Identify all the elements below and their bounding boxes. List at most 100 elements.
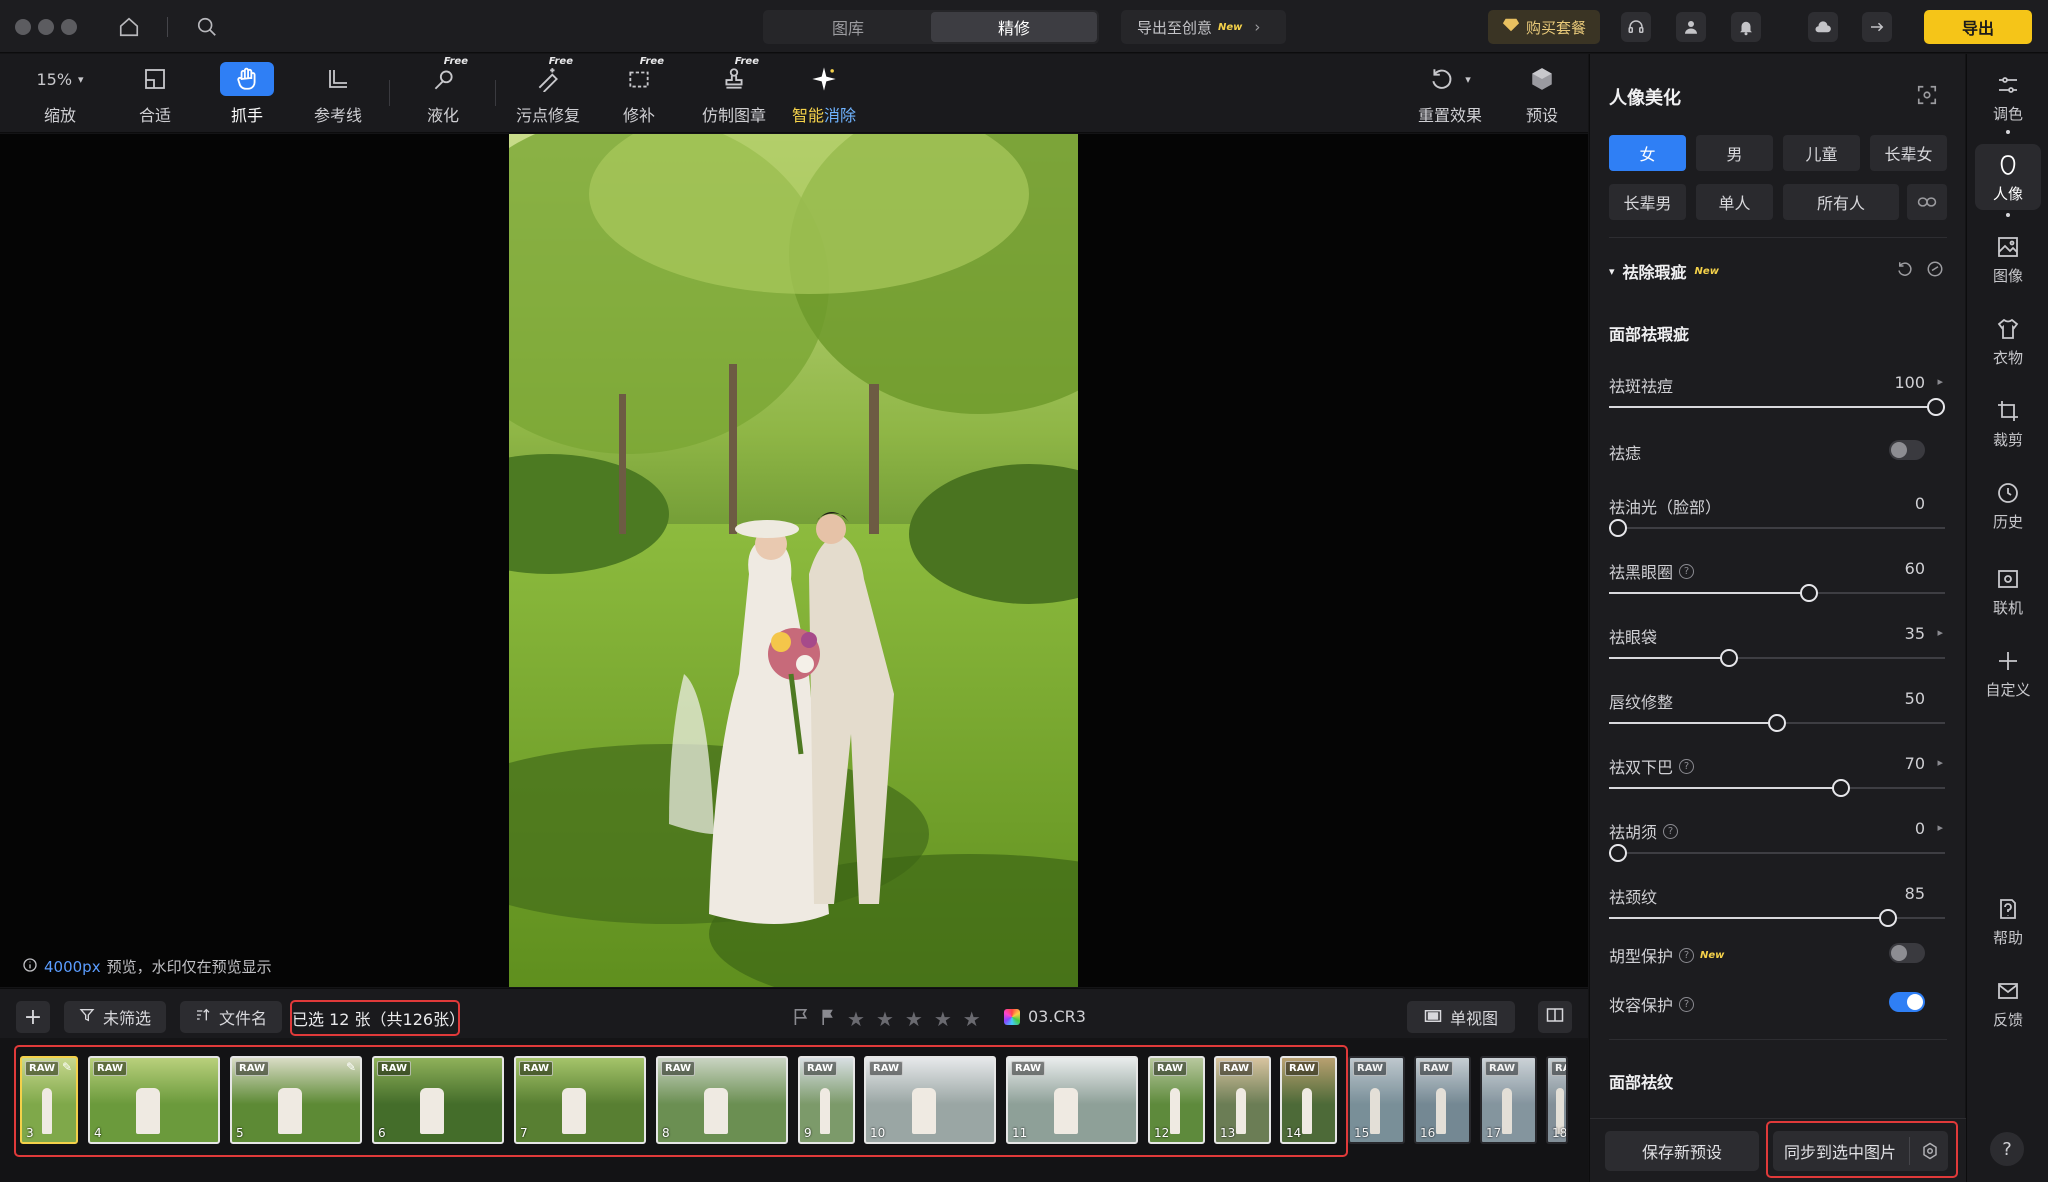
reject-flag-icon[interactable] <box>820 1007 836 1031</box>
filter-single[interactable]: 单人 <box>1696 184 1773 220</box>
slider-value[interactable]: 35 <box>1905 624 1925 643</box>
help-icon[interactable]: ? <box>1663 823 1679 839</box>
slider-track[interactable] <box>1609 909 1945 927</box>
image-canvas[interactable] <box>0 134 1588 987</box>
rail-clothes[interactable]: 衣物 <box>1967 308 2048 374</box>
slider-value[interactable]: 0 <box>1915 494 1925 513</box>
smart-erase-tool[interactable]: 智能消除 <box>788 62 860 126</box>
filter-female[interactable]: 女 <box>1609 135 1686 171</box>
thumbnail[interactable]: RAW 10 <box>864 1056 996 1144</box>
rail-tether[interactable]: 联机 <box>1967 558 2048 624</box>
help-icon[interactable]: ? <box>1679 947 1695 963</box>
reset-section-icon[interactable] <box>1896 260 1914 282</box>
slider-track[interactable] <box>1609 844 1945 862</box>
filter-elder-female[interactable]: 长辈女 <box>1870 135 1947 171</box>
save-preset-button[interactable]: 保存新预设 <box>1605 1131 1759 1171</box>
slider-value[interactable]: 85 <box>1905 884 1925 903</box>
filter-elder-male[interactable]: 长辈男 <box>1609 184 1686 220</box>
slider-value[interactable]: 60 <box>1905 559 1925 578</box>
reset-effect-button[interactable]: ▾ 重置效果 <box>1410 62 1490 126</box>
spot-heal-tool[interactable]: Free 污点修复 <box>510 56 586 126</box>
help-button[interactable]: ? <box>1990 1132 2024 1166</box>
star-icon[interactable]: ★ <box>905 1007 923 1031</box>
expand-arrow-icon[interactable]: ▸ <box>1937 756 1943 769</box>
thumbnail[interactable]: RAW 6 <box>372 1056 504 1144</box>
thumbnail[interactable]: RAW 14 <box>1280 1056 1337 1144</box>
thumbnail[interactable]: RAW 16 <box>1414 1056 1471 1144</box>
rail-feedback[interactable]: 反馈 <box>1967 970 2048 1036</box>
export-button[interactable]: 导出 <box>1924 10 2032 44</box>
slider-knob[interactable] <box>1879 909 1898 927</box>
focus-frame-icon[interactable] <box>1916 84 1938 110</box>
star-icon[interactable]: ★ <box>963 1007 981 1031</box>
compare-view-button[interactable] <box>1538 1001 1572 1033</box>
filter-everyone[interactable]: 所有人 <box>1783 184 1899 220</box>
slider-knob[interactable] <box>1609 519 1627 537</box>
add-photos-button[interactable]: + <box>16 1001 50 1033</box>
headset-icon[interactable] <box>1621 12 1651 42</box>
flag-icon[interactable] <box>793 1007 809 1031</box>
help-icon[interactable]: ? <box>1679 996 1695 1012</box>
help-icon[interactable]: ? <box>1679 563 1695 579</box>
slider-value[interactable]: 50 <box>1905 689 1925 708</box>
thumbnail[interactable]: RAW 8 <box>656 1056 788 1144</box>
thumbnail[interactable]: RAW 4 <box>88 1056 220 1144</box>
window-zoom-button[interactable] <box>61 19 77 35</box>
buy-package-button[interactable]: 购买套餐 <box>1488 10 1600 44</box>
blemish-section-header[interactable]: ▾ 祛除瑕疵 New <box>1609 259 1719 283</box>
slider-track[interactable] <box>1609 714 1945 732</box>
slider-track[interactable] <box>1609 584 1945 602</box>
rail-image[interactable]: 图像 <box>1967 226 2048 292</box>
fit-tool[interactable]: 合适 <box>126 62 184 126</box>
slider-track[interactable] <box>1609 398 1945 416</box>
filter-child[interactable]: 儿童 <box>1783 135 1860 171</box>
home-icon[interactable] <box>114 12 144 42</box>
slider-knob[interactable] <box>1768 714 1786 732</box>
zoom-tool[interactable]: 15% ▾ 缩放 <box>22 62 98 126</box>
patch-tool[interactable]: Free 修补 <box>610 56 668 126</box>
thumbnail[interactable]: RAW ✎ 5 <box>230 1056 362 1144</box>
thumbnail[interactable]: RAW 17 <box>1480 1056 1537 1144</box>
toggle-visibility-icon[interactable] <box>1926 260 1944 282</box>
slider-value[interactable]: 70 <box>1905 754 1925 773</box>
rail-crop[interactable]: 裁剪 <box>1967 390 2048 456</box>
thumbnail[interactable]: RAW 15 <box>1348 1056 1405 1144</box>
guides-tool[interactable]: 参考线 <box>306 62 370 126</box>
liquify-tool[interactable]: Free 液化 <box>414 56 472 126</box>
star-icon[interactable]: ★ <box>934 1007 952 1031</box>
hand-tool[interactable]: 抓手 <box>218 62 276 126</box>
link-icon[interactable] <box>1907 184 1947 220</box>
thumbnail[interactable]: RAW 13 <box>1214 1056 1271 1144</box>
thumbnail[interactable]: RAW 18 <box>1546 1056 1568 1144</box>
filter-male[interactable]: 男 <box>1696 135 1773 171</box>
main-photo[interactable] <box>509 134 1078 987</box>
bell-icon[interactable] <box>1731 12 1761 42</box>
slider-value[interactable]: 100 <box>1894 373 1925 392</box>
expand-arrow-icon[interactable]: ▸ <box>1937 626 1943 639</box>
slider-knob[interactable] <box>1799 584 1818 602</box>
filter-button[interactable]: 未筛选 <box>64 1001 166 1033</box>
share-arrow-icon[interactable] <box>1862 12 1892 42</box>
tab-retouch[interactable]: 精修 <box>931 12 1097 42</box>
rail-help[interactable]: 帮助 <box>1967 888 2048 954</box>
account-icon[interactable] <box>1676 12 1706 42</box>
rail-portrait[interactable]: 人像 <box>1975 144 2041 210</box>
thumbnail[interactable]: RAW 7 <box>514 1056 646 1144</box>
star-icon[interactable]: ★ <box>876 1007 894 1031</box>
rail-color[interactable]: 调色 <box>1967 64 2048 130</box>
tab-library[interactable]: 图库 <box>765 12 931 42</box>
cloud-icon[interactable] <box>1808 12 1838 42</box>
single-view-button[interactable]: 单视图 <box>1407 1001 1515 1033</box>
preset-button[interactable]: 预设 <box>1512 62 1572 126</box>
beard-protect-toggle[interactable] <box>1889 943 1925 963</box>
expand-arrow-icon[interactable]: ▸ <box>1937 375 1943 388</box>
slider-track[interactable] <box>1609 649 1945 667</box>
sort-button[interactable]: 文件名 <box>180 1001 282 1033</box>
rail-history[interactable]: 历史 <box>1967 472 2048 538</box>
slider-track[interactable] <box>1609 519 1945 537</box>
slider-value[interactable]: 0 <box>1915 819 1925 838</box>
thumbnail[interactable]: RAW 11 <box>1006 1056 1138 1144</box>
window-close-button[interactable] <box>15 19 31 35</box>
rail-custom[interactable]: 自定义 <box>1967 640 2048 706</box>
zoom-dropdown[interactable]: 15% ▾ <box>22 62 98 96</box>
